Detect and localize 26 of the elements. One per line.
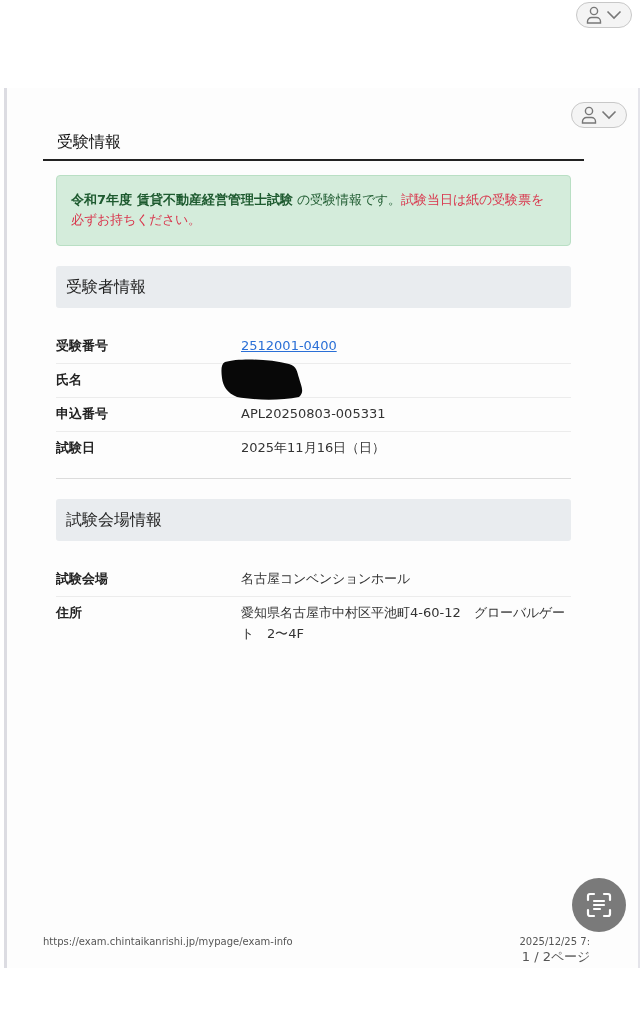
section-header: 試験会場情報 xyxy=(56,499,571,542)
user-menu-button[interactable] xyxy=(576,2,632,28)
field-label: 住所 xyxy=(56,604,83,623)
page-title: 受験情報 xyxy=(57,131,121,152)
field-value: APL20250803-005331 xyxy=(241,406,386,422)
page-url: https://exam.chintaikanrishi.jp/mypage/exam-info xyxy=(43,935,293,950)
user-icon xyxy=(581,106,597,124)
exam-number-link[interactable]: 2512001-0400 xyxy=(241,338,337,354)
field-label: 氏名 xyxy=(56,371,83,390)
field-label: 試験日 xyxy=(56,439,96,458)
section-header: 受験者情報 xyxy=(56,266,571,309)
chevron-down-icon xyxy=(601,110,617,120)
page-number: 1 / 2ページ xyxy=(521,949,590,966)
user-icon xyxy=(586,6,602,24)
text-scan-button[interactable] xyxy=(572,878,626,932)
field-value: 2025年11月16日（日） xyxy=(241,440,386,456)
user-menu-button[interactable] xyxy=(571,102,627,128)
notice-message: 令和7年度 賃貸不動産経営管理士試験 の受験情報です。試験当日は紙の受験票を必ずお持ちください。 xyxy=(56,174,571,247)
scan-icon xyxy=(586,892,612,918)
field-label: 申込番号 xyxy=(56,405,109,424)
chevron-down-icon xyxy=(606,10,622,20)
print-date: 2025/12/25 7: xyxy=(519,935,590,950)
field-label: 試験会場 xyxy=(56,570,109,589)
field-label: 受験番号 xyxy=(56,337,109,356)
field-value: 愛知県名古屋市中村区平池町4-60-12 グローバルゲート 2〜4F xyxy=(241,605,565,641)
field-value: 名古屋コンベンションホール xyxy=(241,571,410,587)
